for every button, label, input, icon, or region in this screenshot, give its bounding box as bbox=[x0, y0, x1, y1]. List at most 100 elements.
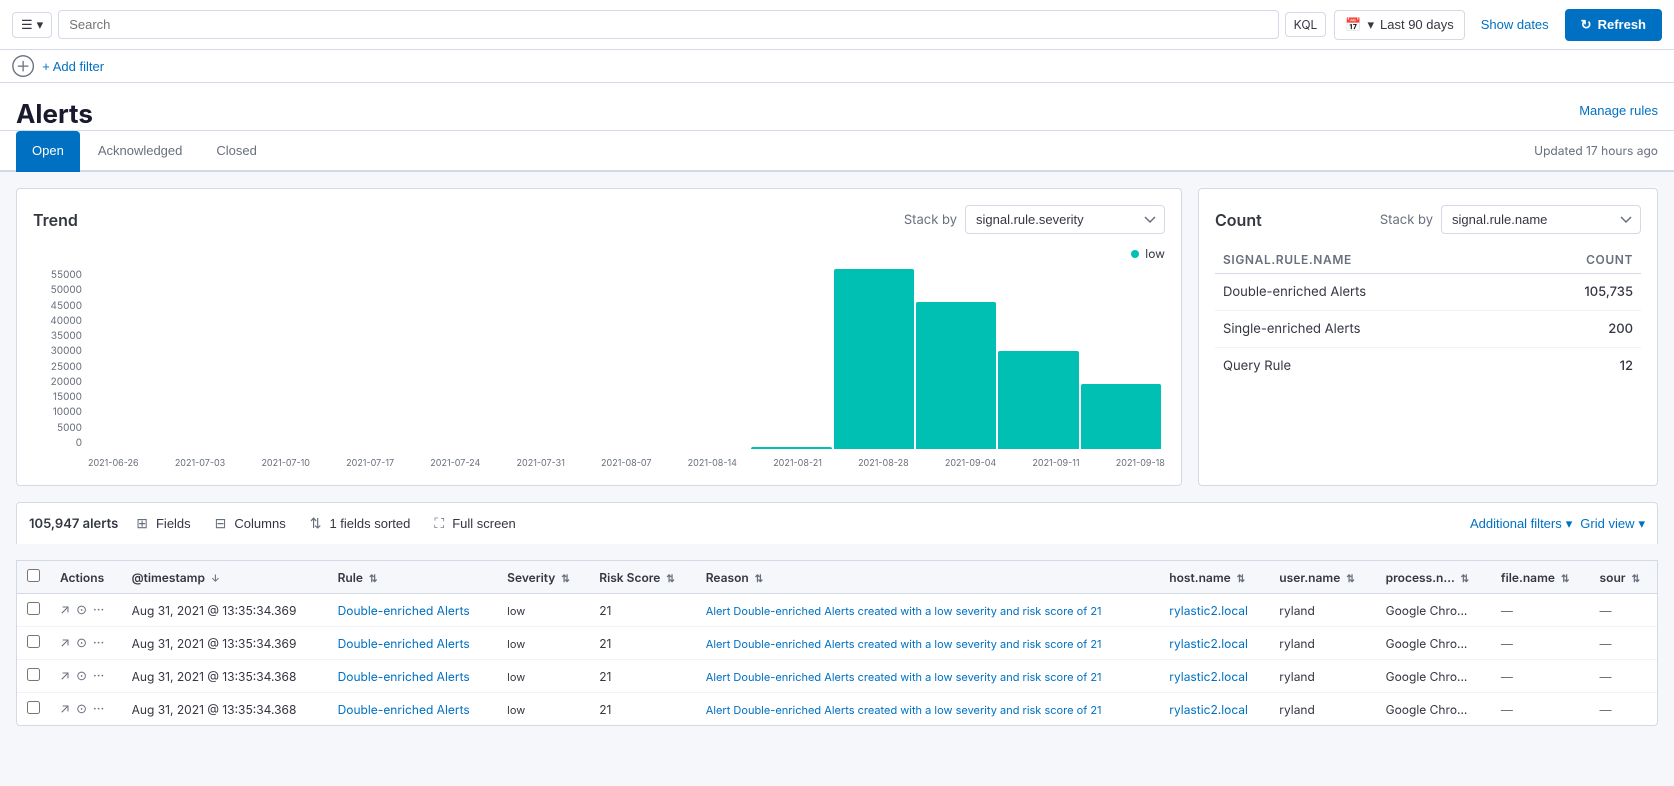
row-investigate-icon[interactable]: ⊙ bbox=[76, 668, 87, 684]
tab-bar: Open Acknowledged Closed Updated 17 hour… bbox=[0, 131, 1674, 172]
tab-closed[interactable]: Closed bbox=[200, 131, 272, 172]
row-rule-link[interactable]: Double-enriched Alerts bbox=[338, 603, 470, 618]
main-content: Trend Stack by signal.rule.severity low … bbox=[0, 172, 1674, 742]
row-more-icon[interactable]: ··· bbox=[93, 635, 104, 651]
trend-stack-by-select[interactable]: signal.rule.severity bbox=[965, 205, 1165, 234]
row-hostname-link[interactable]: rylastic2.local bbox=[1169, 603, 1248, 618]
row-investigate-icon[interactable]: ⊙ bbox=[76, 701, 87, 717]
row-checkbox-3[interactable] bbox=[27, 701, 40, 714]
row-rule: Double-enriched Alerts bbox=[328, 660, 498, 693]
row-filename: — bbox=[1491, 594, 1590, 627]
row-source: — bbox=[1590, 693, 1657, 726]
count-col-count-header[interactable]: Count bbox=[1518, 246, 1641, 274]
count-row-count: 105,735 bbox=[1518, 274, 1641, 311]
select-all-header[interactable] bbox=[17, 561, 50, 594]
row-hostname: rylastic2.local bbox=[1159, 627, 1269, 660]
columns-button[interactable]: ⊟ Columns bbox=[209, 511, 292, 536]
row-more-icon[interactable]: ··· bbox=[93, 602, 104, 618]
row-hostname-link[interactable]: rylastic2.local bbox=[1169, 702, 1248, 717]
tab-acknowledged[interactable]: Acknowledged bbox=[82, 131, 199, 172]
row-rule: Double-enriched Alerts bbox=[328, 693, 498, 726]
fullscreen-icon: ⛶ bbox=[434, 515, 444, 532]
updated-text: Updated 17 hours ago bbox=[1534, 131, 1658, 170]
col-reason-header[interactable]: Reason ⇅ bbox=[696, 561, 1160, 594]
row-checkbox-1[interactable] bbox=[27, 635, 40, 648]
refresh-button[interactable]: ↻ Refresh bbox=[1565, 9, 1662, 41]
select-all-checkbox[interactable] bbox=[27, 569, 40, 582]
manage-rules-button[interactable]: Manage rules bbox=[1579, 99, 1658, 122]
row-reason: Alert Double-enriched Alerts created wit… bbox=[696, 660, 1160, 693]
x-label-2: 2021-07-10 bbox=[261, 458, 310, 469]
row-filename: — bbox=[1491, 627, 1590, 660]
row-hostname-link[interactable]: rylastic2.local bbox=[1169, 636, 1248, 651]
x-label-11: 2021-09-11 bbox=[1032, 458, 1079, 469]
row-checkbox-2[interactable] bbox=[27, 668, 40, 681]
additional-filters-button[interactable]: Additional filters ▾ bbox=[1470, 516, 1572, 532]
y-label-5000: 5000 bbox=[57, 422, 82, 434]
count-row-count: 200 bbox=[1518, 311, 1641, 348]
row-expand-icon[interactable]: ↗ bbox=[60, 668, 70, 684]
toolbar-right: Additional filters ▾ Grid view ▾ bbox=[1470, 516, 1645, 532]
x-label-6: 2021-08-07 bbox=[601, 458, 651, 469]
col-riskscore-header[interactable]: Risk Score ⇅ bbox=[589, 561, 696, 594]
row-hostname-link[interactable]: rylastic2.local bbox=[1169, 669, 1248, 684]
search-type-dropdown[interactable]: ☰ ▾ bbox=[12, 12, 52, 38]
trend-stack-by-control: Stack by signal.rule.severity bbox=[904, 205, 1165, 234]
row-expand-icon[interactable]: ↗ bbox=[60, 602, 70, 618]
row-investigate-icon[interactable]: ⊙ bbox=[76, 602, 87, 618]
row-more-icon[interactable]: ··· bbox=[93, 701, 104, 717]
row-username: ryland bbox=[1269, 627, 1375, 660]
col-timestamp-header[interactable]: @timestamp ↓ bbox=[122, 561, 328, 594]
sort-source-icon: ⇅ bbox=[1632, 573, 1640, 585]
sort-severity-icon: ⇅ bbox=[561, 573, 569, 585]
row-checkbox-cell bbox=[17, 693, 50, 726]
row-expand-icon[interactable]: ↗ bbox=[60, 701, 70, 717]
chart-bar-8 bbox=[751, 447, 831, 449]
col-actions-header[interactable]: Actions bbox=[50, 561, 122, 594]
chart-plot bbox=[88, 269, 1165, 449]
col-source-header[interactable]: sour ⇅ bbox=[1590, 561, 1657, 594]
y-label-55000: 55000 bbox=[51, 269, 82, 281]
add-filter-button[interactable]: + Add filter bbox=[42, 59, 104, 74]
count-stack-by-select[interactable]: signal.rule.name bbox=[1441, 205, 1641, 234]
col-rule-header[interactable]: Rule ⇅ bbox=[328, 561, 498, 594]
col-severity-header[interactable]: Severity ⇅ bbox=[497, 561, 589, 594]
chart-bar-11 bbox=[998, 351, 1078, 449]
kql-badge[interactable]: KQL bbox=[1285, 12, 1327, 37]
chart-area: 55000 50000 45000 40000 35000 30000 2500… bbox=[33, 269, 1165, 469]
search-section: ☰ ▾ KQL bbox=[12, 10, 1326, 39]
col-processname-header[interactable]: process.n... ⇅ bbox=[1376, 561, 1491, 594]
search-input[interactable] bbox=[58, 10, 1278, 39]
row-rule-link[interactable]: Double-enriched Alerts bbox=[338, 636, 470, 651]
row-investigate-icon[interactable]: ⊙ bbox=[76, 635, 87, 651]
chevron-down-icon: ▾ bbox=[1367, 17, 1374, 33]
show-dates-button[interactable]: Show dates bbox=[1473, 13, 1557, 36]
count-col-name-header[interactable]: signal.rule.name bbox=[1215, 246, 1518, 274]
legend-label-low: low bbox=[1145, 246, 1165, 261]
row-checkbox-0[interactable] bbox=[27, 602, 40, 615]
y-label-0: 0 bbox=[76, 437, 82, 449]
sorted-button[interactable]: ⇅ 1 fields sorted bbox=[304, 511, 417, 536]
count-stack-by-label: Stack by bbox=[1380, 212, 1433, 228]
fields-icon: ⊞ bbox=[136, 515, 148, 532]
col-username-header[interactable]: user.name ⇅ bbox=[1269, 561, 1375, 594]
trend-panel-header: Trend Stack by signal.rule.severity bbox=[33, 205, 1165, 234]
tab-open[interactable]: Open bbox=[16, 131, 80, 172]
row-rule-link[interactable]: Double-enriched Alerts bbox=[338, 669, 470, 684]
x-label-10: 2021-09-04 bbox=[945, 458, 996, 469]
row-severity: low bbox=[497, 693, 589, 726]
time-range-button[interactable]: 📅 ▾ Last 90 days bbox=[1334, 10, 1464, 40]
row-rule: Double-enriched Alerts bbox=[328, 594, 498, 627]
row-actions-cell: ↗ ⊙ ··· bbox=[50, 660, 122, 693]
col-hostname-header[interactable]: host.name ⇅ bbox=[1159, 561, 1269, 594]
row-rule-link[interactable]: Double-enriched Alerts bbox=[338, 702, 470, 717]
columns-icon: ⊟ bbox=[215, 515, 227, 532]
row-more-icon[interactable]: ··· bbox=[93, 668, 104, 684]
count-stack-by-control: Stack by signal.rule.name bbox=[1380, 205, 1641, 234]
col-filename-header[interactable]: file.name ⇅ bbox=[1491, 561, 1590, 594]
fullscreen-button[interactable]: ⛶ Full screen bbox=[428, 511, 521, 536]
fields-button[interactable]: ⊞ Fields bbox=[130, 511, 196, 536]
row-expand-icon[interactable]: ↗ bbox=[60, 635, 70, 651]
row-source: — bbox=[1590, 627, 1657, 660]
grid-view-button[interactable]: Grid view ▾ bbox=[1580, 516, 1645, 532]
